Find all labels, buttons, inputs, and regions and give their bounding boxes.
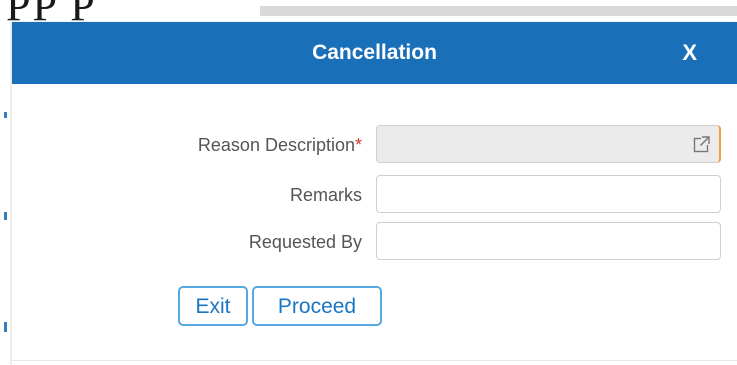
background-marker [4,322,7,332]
remarks-row: Remarks [12,175,737,215]
remarks-input[interactable] [377,176,720,212]
background-marker [4,212,7,220]
remarks-label: Remarks [289,185,362,205]
dialog-header: Cancellation X [12,22,737,84]
reason-description-label: Reason Description* [198,125,362,165]
reason-description-row: Reason Description* [12,125,737,165]
requested-by-label: Requested By [248,232,362,252]
dialog-divider [12,360,737,361]
background-page-bar [260,6,737,16]
reason-description-label-text: Reason Description [197,135,355,155]
background-page-header: PP P [0,0,737,22]
dialog-title: Cancellation [312,41,437,64]
proceed-button[interactable]: Proceed [252,286,382,326]
requested-by-row: Requested By [12,222,737,262]
requested-by-input[interactable] [377,223,720,259]
background-page-title: PP P [6,0,97,22]
open-external-icon[interactable] [693,135,711,153]
remarks-field[interactable] [376,175,721,213]
requested-by-field[interactable] [376,222,721,260]
close-icon[interactable]: X [682,40,697,66]
exit-button[interactable]: Exit [178,286,248,326]
reason-description-input[interactable] [377,126,719,162]
background-marker [4,112,7,118]
reason-description-field[interactable] [376,125,721,163]
required-marker: * [354,135,362,155]
cancellation-dialog: Cancellation X Reason Description* Remar… [12,22,737,365]
